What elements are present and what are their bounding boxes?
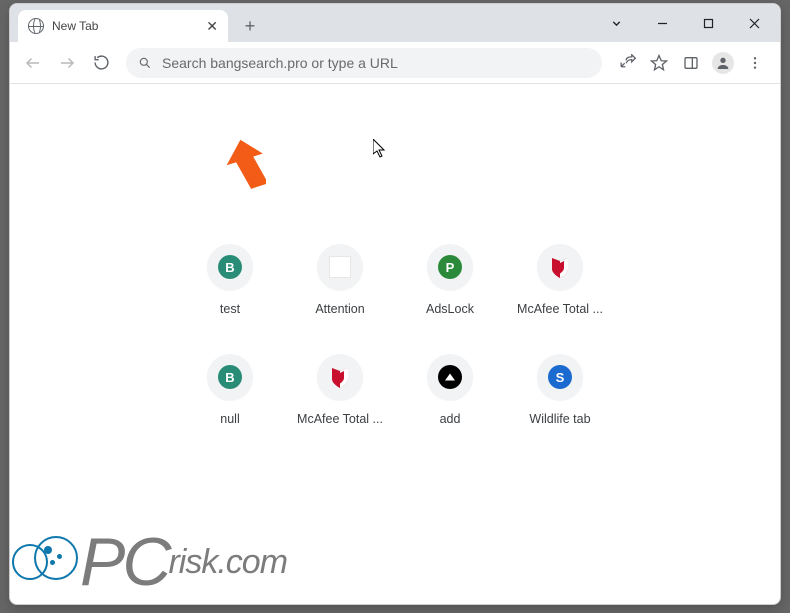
shortcut-icon-wrap [427,354,473,400]
shortcut[interactable]: Btest [175,244,285,316]
shortcut-label: test [220,302,240,316]
close-tab-icon[interactable]: ✕ [206,19,218,33]
annotation-arrow-icon [222,140,266,194]
tab-new-tab[interactable]: New Tab ✕ [18,10,228,42]
toolbar: Search bangsearch.pro or type a URL [10,42,780,84]
watermark: PC risk.com [12,523,287,601]
shortcut[interactable]: Bnull [175,354,285,426]
shortcut-label: McAfee Total ... [297,412,383,426]
watermark-sub: risk.com [168,543,287,582]
back-button[interactable] [18,48,48,78]
shortcut[interactable]: McAfee Total ... [505,244,615,316]
shortcut-label: null [220,412,239,426]
minimize-button[interactable] [640,8,684,38]
letter-b-icon: B [218,255,242,279]
letter-b-icon: B [218,365,242,389]
window-controls [594,4,780,42]
shortcut-icon-wrap: S [537,354,583,400]
triangle-icon [438,365,462,389]
close-window-button[interactable] [732,8,776,38]
shortcut[interactable]: McAfee Total ... [285,354,395,426]
mcafee-icon [548,255,572,279]
search-icon [138,56,152,70]
shortcut-icon-wrap: B [207,244,253,290]
cursor-icon [373,139,389,159]
shortcut-icon-wrap [317,244,363,290]
letter-p-icon: P [438,255,462,279]
watermark-main: PC [80,523,168,601]
shortcut-icon-wrap [317,354,363,400]
maximize-button[interactable] [686,8,730,38]
forward-button[interactable] [52,48,82,78]
shortcut-label: Wildlife tab [529,412,590,426]
shortcut-label: Attention [315,302,364,316]
shortcut[interactable]: add [395,354,505,426]
titlebar: New Tab ✕ + [10,4,780,42]
watermark-icon [12,530,76,594]
tab-title: New Tab [52,19,98,33]
mcafee-icon [328,365,352,389]
new-tab-button[interactable]: + [236,12,264,40]
bookmark-button[interactable] [644,48,674,78]
share-button[interactable] [612,48,642,78]
reload-button[interactable] [86,48,116,78]
shortcut-label: McAfee Total ... [517,302,603,316]
shortcut[interactable]: Attention [285,244,395,316]
avatar-icon [712,52,734,74]
profile-button[interactable] [708,48,738,78]
letter-s-icon: S [548,365,572,389]
shortcut-icon-wrap: B [207,354,253,400]
shortcut-label: add [440,412,461,426]
address-bar[interactable]: Search bangsearch.pro or type a URL [126,48,602,78]
shortcut-icon-wrap [537,244,583,290]
toolbar-right [612,48,772,78]
globe-icon [28,18,44,34]
menu-button[interactable] [740,48,770,78]
shortcut-icon-wrap: P [427,244,473,290]
tab-search-button[interactable] [594,8,638,38]
blank-square-icon [329,256,351,278]
shortcuts-grid: Btest Attention P AdsLock McAfee Total ..… [175,244,615,426]
shortcut-label: AdsLock [426,302,474,316]
browser-window: New Tab ✕ + [9,3,781,605]
shortcut[interactable]: P AdsLock [395,244,505,316]
address-bar-placeholder: Search bangsearch.pro or type a URL [162,55,398,71]
side-panel-button[interactable] [676,48,706,78]
shortcut[interactable]: S Wildlife tab [505,354,615,426]
